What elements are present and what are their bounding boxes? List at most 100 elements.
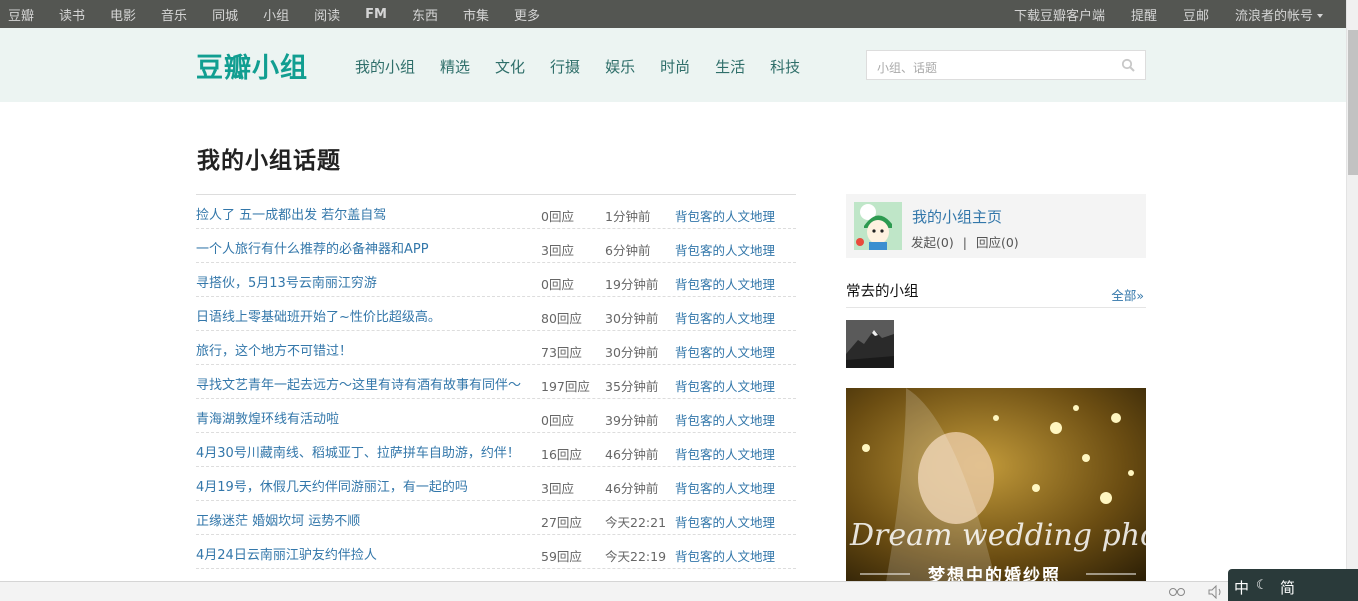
topic-group[interactable]: 背包客的人文地理 [675, 342, 775, 361]
topic-time: 30分钟前 [605, 311, 659, 326]
speaker-icon[interactable] [1208, 585, 1224, 599]
topic-title[interactable]: 日语线上零基础班开始了~性价比超级高。 [196, 306, 441, 325]
scrollbar-thumb[interactable] [1348, 30, 1358, 175]
topic-title[interactable]: 4月24日云南丽江驴友约伴捡人 [196, 544, 377, 563]
tab-entertainment[interactable]: 娱乐 [605, 56, 635, 77]
wedding-photo-ad[interactable]: Dream wedding photos 梦想中的婚纱照 [846, 388, 1146, 582]
search-placeholder: 小组、话题 [877, 61, 938, 75]
avatar[interactable] [854, 202, 902, 250]
topic-time: 35分钟前 [605, 379, 659, 394]
ad-title-en: Dream wedding photos [850, 518, 1146, 553]
search-icon[interactable] [1121, 58, 1135, 72]
nav-douban[interactable]: 豆瓣 [8, 5, 34, 24]
stats-separator: | [962, 235, 967, 250]
nav-fm[interactable]: FM [365, 7, 387, 22]
topic-group[interactable]: 背包客的人文地理 [675, 274, 775, 293]
topic-time: 19分钟前 [605, 277, 659, 292]
table-row: 一个人旅行有什么推荐的必备神器和APP 3回应 6分钟前 背包客的人文地理 [196, 229, 796, 263]
topic-title[interactable]: 正缘迷茫 婚姻坎坷 运势不顺 [196, 510, 360, 529]
table-row: 日语线上零基础班开始了~性价比超级高。 80回应 30分钟前 背包客的人文地理 [196, 297, 796, 331]
search-input[interactable]: 小组、话题 [866, 50, 1146, 80]
posts-count-link[interactable]: 发起(0) [911, 235, 954, 250]
topic-title[interactable]: 旅行，这个地方不可错过！ [196, 340, 352, 359]
view-all-link[interactable]: 全部» [1111, 285, 1144, 304]
topic-group[interactable]: 背包客的人文地理 [675, 308, 775, 327]
global-topbar: 豆瓣 读书 电影 音乐 同城 小组 阅读 FM 东西 市集 更多 下载豆瓣客户端… [0, 0, 1346, 28]
main-nav: 我的小组 精选 文化 行摄 娱乐 时尚 生活 科技 [355, 56, 825, 77]
topic-group[interactable]: 背包客的人文地理 [675, 240, 775, 259]
profile-card: 我的小组主页 发起(0) | 回应(0) [846, 194, 1146, 258]
account-nav: 下载豆瓣客户端 提醒 豆邮 流浪者的帐号 [988, 0, 1323, 28]
remind-link[interactable]: 提醒 [1131, 5, 1157, 24]
topic-title[interactable]: 4月30号川藏南线、稻城亚丁、拉萨拼车自助游，约伴！ [196, 442, 520, 461]
glasses-icon[interactable] [1168, 586, 1186, 598]
table-row: 捡人了 五一成都出发 若尔盖自驾 0回应 1分钟前 背包客的人文地理 [196, 195, 796, 229]
browser-statusbar [0, 581, 1346, 601]
table-row: 寻搭伙，5月13号云南丽江穷游 0回应 19分钟前 背包客的人文地理 [196, 263, 796, 297]
profile-stats: 发起(0) | 回应(0) [911, 232, 1019, 251]
topic-group[interactable]: 背包客的人文地理 [675, 376, 775, 395]
logo[interactable]: 豆瓣小组 [196, 46, 308, 85]
group-thumbnail[interactable] [846, 320, 894, 368]
topic-replies: 3回应 [541, 243, 574, 258]
nav-movie[interactable]: 电影 [110, 5, 136, 24]
nav-read[interactable]: 读书 [59, 5, 85, 24]
topic-replies: 80回应 [541, 311, 582, 326]
topic-title[interactable]: 寻找文艺青年一起去远方～这里有诗有酒有故事有同伴～ [196, 374, 521, 393]
tab-culture[interactable]: 文化 [495, 56, 525, 77]
tab-my-groups[interactable]: 我的小组 [355, 56, 415, 77]
scrollbar[interactable] [1346, 0, 1358, 601]
mountain-image-icon [846, 320, 894, 368]
mail-link[interactable]: 豆邮 [1183, 5, 1209, 24]
ime-language[interactable]: 中 [1234, 577, 1249, 598]
topic-group[interactable]: 背包客的人文地理 [675, 512, 775, 531]
table-row: 4月30号川藏南线、稻城亚丁、拉萨拼车自助游，约伴！ 16回应 46分钟前 背包客的人… [196, 433, 796, 467]
ime-toolbar[interactable]: 中 ☾ 简 [1228, 569, 1358, 601]
tab-travel[interactable]: 行摄 [550, 56, 580, 77]
topic-group[interactable]: 背包客的人文地理 [675, 546, 775, 565]
topic-group[interactable]: 背包客的人文地理 [675, 206, 775, 225]
table-row: 寻找文艺青年一起去远方～这里有诗有酒有故事有同伴～ 197回应 35分钟前 背包客的人… [196, 365, 796, 399]
frequent-groups-header: 常去的小组 全部» [846, 280, 1146, 308]
topic-group[interactable]: 背包客的人文地理 [675, 478, 775, 497]
topic-title[interactable]: 寻搭伙，5月13号云南丽江穷游 [196, 272, 377, 291]
download-app-link[interactable]: 下载豆瓣客户端 [1014, 5, 1105, 24]
topic-title[interactable]: 捡人了 五一成都出发 若尔盖自驾 [196, 204, 386, 223]
topic-group[interactable]: 背包客的人文地理 [675, 410, 775, 429]
global-nav: 豆瓣 读书 电影 音乐 同城 小组 阅读 FM 东西 市集 更多 [8, 0, 565, 28]
table-row: 4月19号，休假几天约伴同游丽江，有一起的吗 3回应 46分钟前 背包客的人文地理 [196, 467, 796, 501]
tab-fashion[interactable]: 时尚 [660, 56, 690, 77]
topic-time: 46分钟前 [605, 447, 659, 462]
cartoon-avatar-icon [854, 202, 902, 250]
topic-replies: 3回应 [541, 481, 574, 496]
tab-tech[interactable]: 科技 [770, 56, 800, 77]
replies-count-link[interactable]: 回应(0) [976, 235, 1019, 250]
topic-time: 今天22:19 [605, 549, 667, 564]
topic-title[interactable]: 4月19号，休假几天约伴同游丽江，有一起的吗 [196, 476, 468, 495]
topic-replies: 197回应 [541, 379, 590, 394]
topic-group[interactable]: 背包客的人文地理 [675, 444, 775, 463]
tab-featured[interactable]: 精选 [440, 56, 470, 77]
ime-mode[interactable]: 简 [1280, 577, 1295, 598]
topic-title[interactable]: 一个人旅行有什么推荐的必备神器和APP [196, 238, 429, 257]
nav-local[interactable]: 同城 [212, 5, 238, 24]
tab-life[interactable]: 生活 [715, 56, 745, 77]
topic-replies: 0回应 [541, 277, 574, 292]
nav-group[interactable]: 小组 [263, 5, 289, 24]
topic-replies: 0回应 [541, 413, 574, 428]
topic-time: 46分钟前 [605, 481, 659, 496]
topic-title[interactable]: 青海湖敦煌环线有活动啦 [196, 408, 339, 427]
nav-music[interactable]: 音乐 [161, 5, 187, 24]
nav-reading[interactable]: 阅读 [314, 5, 340, 24]
account-menu[interactable]: 流浪者的帐号 [1235, 5, 1323, 24]
topic-list: 捡人了 五一成都出发 若尔盖自驾 0回应 1分钟前 背包客的人文地理 一个人旅行有什么… [196, 194, 796, 569]
table-row: 旅行，这个地方不可错过！ 73回应 30分钟前 背包客的人文地理 [196, 331, 796, 365]
topic-time: 30分钟前 [605, 345, 659, 360]
topic-time: 6分钟前 [605, 243, 651, 258]
my-group-home-link[interactable]: 我的小组主页 [912, 206, 1002, 227]
nav-dongxi[interactable]: 东西 [412, 5, 438, 24]
chevron-down-icon [1317, 14, 1323, 18]
nav-more[interactable]: 更多 [514, 5, 540, 24]
ad-title-cn: 梦想中的婚纱照 [928, 566, 1061, 582]
nav-market[interactable]: 市集 [463, 5, 489, 24]
